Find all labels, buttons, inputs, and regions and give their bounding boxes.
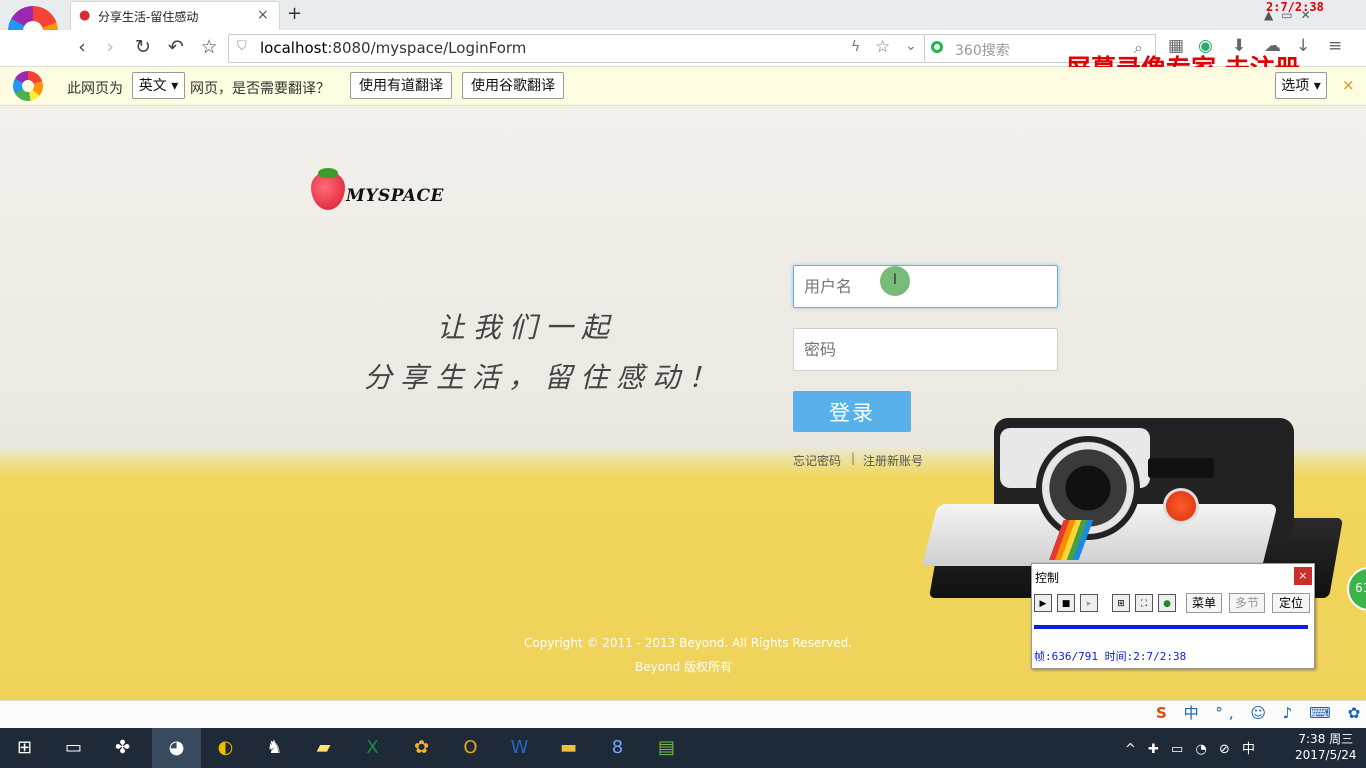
multi-section-button[interactable]: 多节 bbox=[1229, 593, 1265, 613]
undo-close-icon[interactable]: ↶ bbox=[164, 36, 188, 58]
options-select[interactable]: 选项 ▾ bbox=[1275, 72, 1327, 99]
language-value: 英文 bbox=[138, 78, 167, 94]
login-button[interactable]: 登录 bbox=[793, 391, 911, 432]
translate-prefix: 此网页为 bbox=[67, 81, 123, 97]
strawberry-icon bbox=[311, 168, 345, 210]
translate-bar: 此网页为 英文 ▾ 网页，是否需要翻译？ 使用有道翻译 使用谷歌翻译 选项 ▾ … bbox=[0, 67, 1366, 106]
playback-progress[interactable] bbox=[1034, 625, 1308, 629]
copyright-text: Copyright © 2011 - 2013 Beyond. All Righ… bbox=[524, 636, 853, 650]
ime-status: 中 °, ☺ ♪ ⌨ ✿ ♞ ✎ bbox=[1183, 704, 1366, 722]
google-translate-button[interactable]: 使用谷歌翻译 bbox=[462, 72, 564, 99]
translate-question: 网页，是否需要翻译？ bbox=[190, 81, 330, 97]
playback-status: 帧:636/791 时间:2:7/2:38 bbox=[1034, 650, 1187, 663]
back-button[interactable]: ‹ bbox=[70, 36, 94, 58]
address-url[interactable]: localhost:8080/myspace/LoginForm bbox=[260, 39, 526, 57]
bookmark-star-icon[interactable]: ☆ bbox=[875, 37, 890, 57]
shield-icon: ⛉ bbox=[237, 39, 247, 54]
forgot-password-link[interactable]: 忘记密码 bbox=[793, 452, 841, 469]
browser-status-bar: S 中 °, ☺ ♪ ⌨ ✿ ♞ ✎ bbox=[0, 700, 1366, 729]
password-field[interactable] bbox=[793, 328, 1058, 371]
fit-window-icon[interactable]: ⊞ bbox=[1112, 594, 1130, 612]
recorder-app-icon[interactable]: ▤ bbox=[642, 728, 691, 768]
folder-app-icon[interactable]: ✿ bbox=[397, 728, 446, 768]
eclipse-icon[interactable]: 8 bbox=[593, 728, 642, 768]
menu-icon[interactable]: ≡ bbox=[1328, 36, 1342, 56]
address-bar[interactable]: ⛉ localhost:8080/myspace/LoginForm ϟ ☆ ⌄ bbox=[228, 34, 925, 63]
logo-text: MYSPACE bbox=[346, 186, 444, 206]
options-label: 选项 bbox=[1281, 78, 1310, 94]
excel-icon[interactable]: X bbox=[348, 728, 397, 768]
taskbar: ⊞ ▭ ✤ ◕ ◐ ♞ ▰ X ✿ O W ▬ 8 ▤ ^ ✚ ▭ ◔ ⊘ 中 … bbox=[0, 728, 1366, 768]
file-explorer-icon[interactable]: ▬ bbox=[544, 728, 593, 768]
menu-button[interactable]: 菜单 bbox=[1186, 593, 1222, 613]
camera-shutter bbox=[1163, 488, 1199, 524]
caret-down-icon: ▾ bbox=[1313, 78, 1321, 94]
stop-icon[interactable]: ■ bbox=[1057, 594, 1075, 612]
task-view-icon[interactable]: ▭ bbox=[49, 728, 98, 768]
sogou-icon: S bbox=[1156, 704, 1173, 722]
360-search-icon bbox=[931, 41, 943, 53]
language-select[interactable]: 英文 ▾ bbox=[132, 72, 185, 99]
recorder-control-panel: 控制 × ▶ ■ ▸ ⊞ ⛶ ● 菜单 多节 定位 帧:636/791 时间:2… bbox=[1031, 563, 1315, 669]
windows-start-icon[interactable]: ⊞ bbox=[0, 728, 49, 768]
register-link[interactable]: 注册新账号 bbox=[863, 452, 923, 469]
chevron-down-icon[interactable]: ⌄ bbox=[905, 38, 917, 54]
locate-button[interactable]: 定位 bbox=[1272, 593, 1310, 613]
lightning-icon[interactable]: ϟ bbox=[851, 39, 860, 55]
new-tab-button[interactable]: + bbox=[287, 3, 302, 24]
tray-clock[interactable]: 7:38 周三 2017/5/24 bbox=[1295, 731, 1357, 763]
word-icon[interactable]: W bbox=[495, 728, 544, 768]
copyright-cn-text: Beyond 版权所有 bbox=[635, 660, 733, 674]
tab-active[interactable]: ● 分享生活-留住感动 × bbox=[70, 1, 280, 31]
play-icon[interactable]: ▶ bbox=[1034, 594, 1052, 612]
tab-title: 分享生活-留住感动 bbox=[98, 10, 199, 24]
close-icon[interactable]: × bbox=[1294, 567, 1312, 585]
mouse-cursor-marker: I bbox=[880, 266, 910, 296]
caret-down-icon: ▾ bbox=[171, 78, 179, 94]
close-icon[interactable]: × bbox=[1342, 76, 1355, 94]
link-separator: | bbox=[851, 451, 856, 465]
reload-icon[interactable]: ↻ bbox=[131, 36, 155, 58]
tagline-line-2: 分享生活，留住感动！ bbox=[364, 361, 725, 394]
tray-time: 7:38 周三 bbox=[1298, 732, 1354, 746]
outlook-icon[interactable]: O bbox=[446, 728, 495, 768]
sticky-notes-icon[interactable]: ▰ bbox=[299, 728, 348, 768]
username-field[interactable] bbox=[793, 265, 1058, 308]
record-icon[interactable]: ● bbox=[1158, 594, 1176, 612]
elephant-app-icon[interactable]: ♞ bbox=[250, 728, 299, 768]
forward-button[interactable]: › bbox=[98, 36, 122, 58]
tab-strip: ● 分享生活-留住感动 × + 2:7/2:38 ▲▭✕ bbox=[0, 0, 1366, 31]
tab-close-icon[interactable]: × bbox=[257, 7, 269, 23]
search-placeholder: 360搜索 bbox=[955, 43, 1010, 59]
app-launcher-icon[interactable]: ✤ bbox=[98, 728, 147, 768]
ime-toolbar[interactable]: S 中 °, ☺ ♪ ⌨ ✿ ♞ ✎ bbox=[1156, 702, 1366, 723]
next-frame-icon[interactable]: ▸ bbox=[1080, 594, 1098, 612]
tray-date: 2017/5/24 bbox=[1295, 748, 1357, 762]
browser-logo-icon bbox=[13, 71, 43, 101]
browser-alt-icon[interactable]: ◐ bbox=[201, 728, 250, 768]
fullscreen-icon[interactable]: ⛶ bbox=[1135, 594, 1153, 612]
system-tray[interactable]: ^ ✚ ▭ ◔ ⊘ 中 bbox=[1125, 738, 1259, 757]
strawberry-favicon-icon: ● bbox=[79, 8, 91, 23]
tagline-line-1: 让我们一起 bbox=[437, 311, 618, 344]
control-title: 控制 bbox=[1035, 571, 1060, 585]
browser-360-icon[interactable]: ◕ bbox=[152, 728, 201, 768]
favorite-star-icon[interactable]: ☆ bbox=[197, 36, 221, 58]
youdao-translate-button[interactable]: 使用有道翻译 bbox=[350, 72, 452, 99]
window-controls[interactable]: ▲▭✕ bbox=[1264, 8, 1319, 22]
